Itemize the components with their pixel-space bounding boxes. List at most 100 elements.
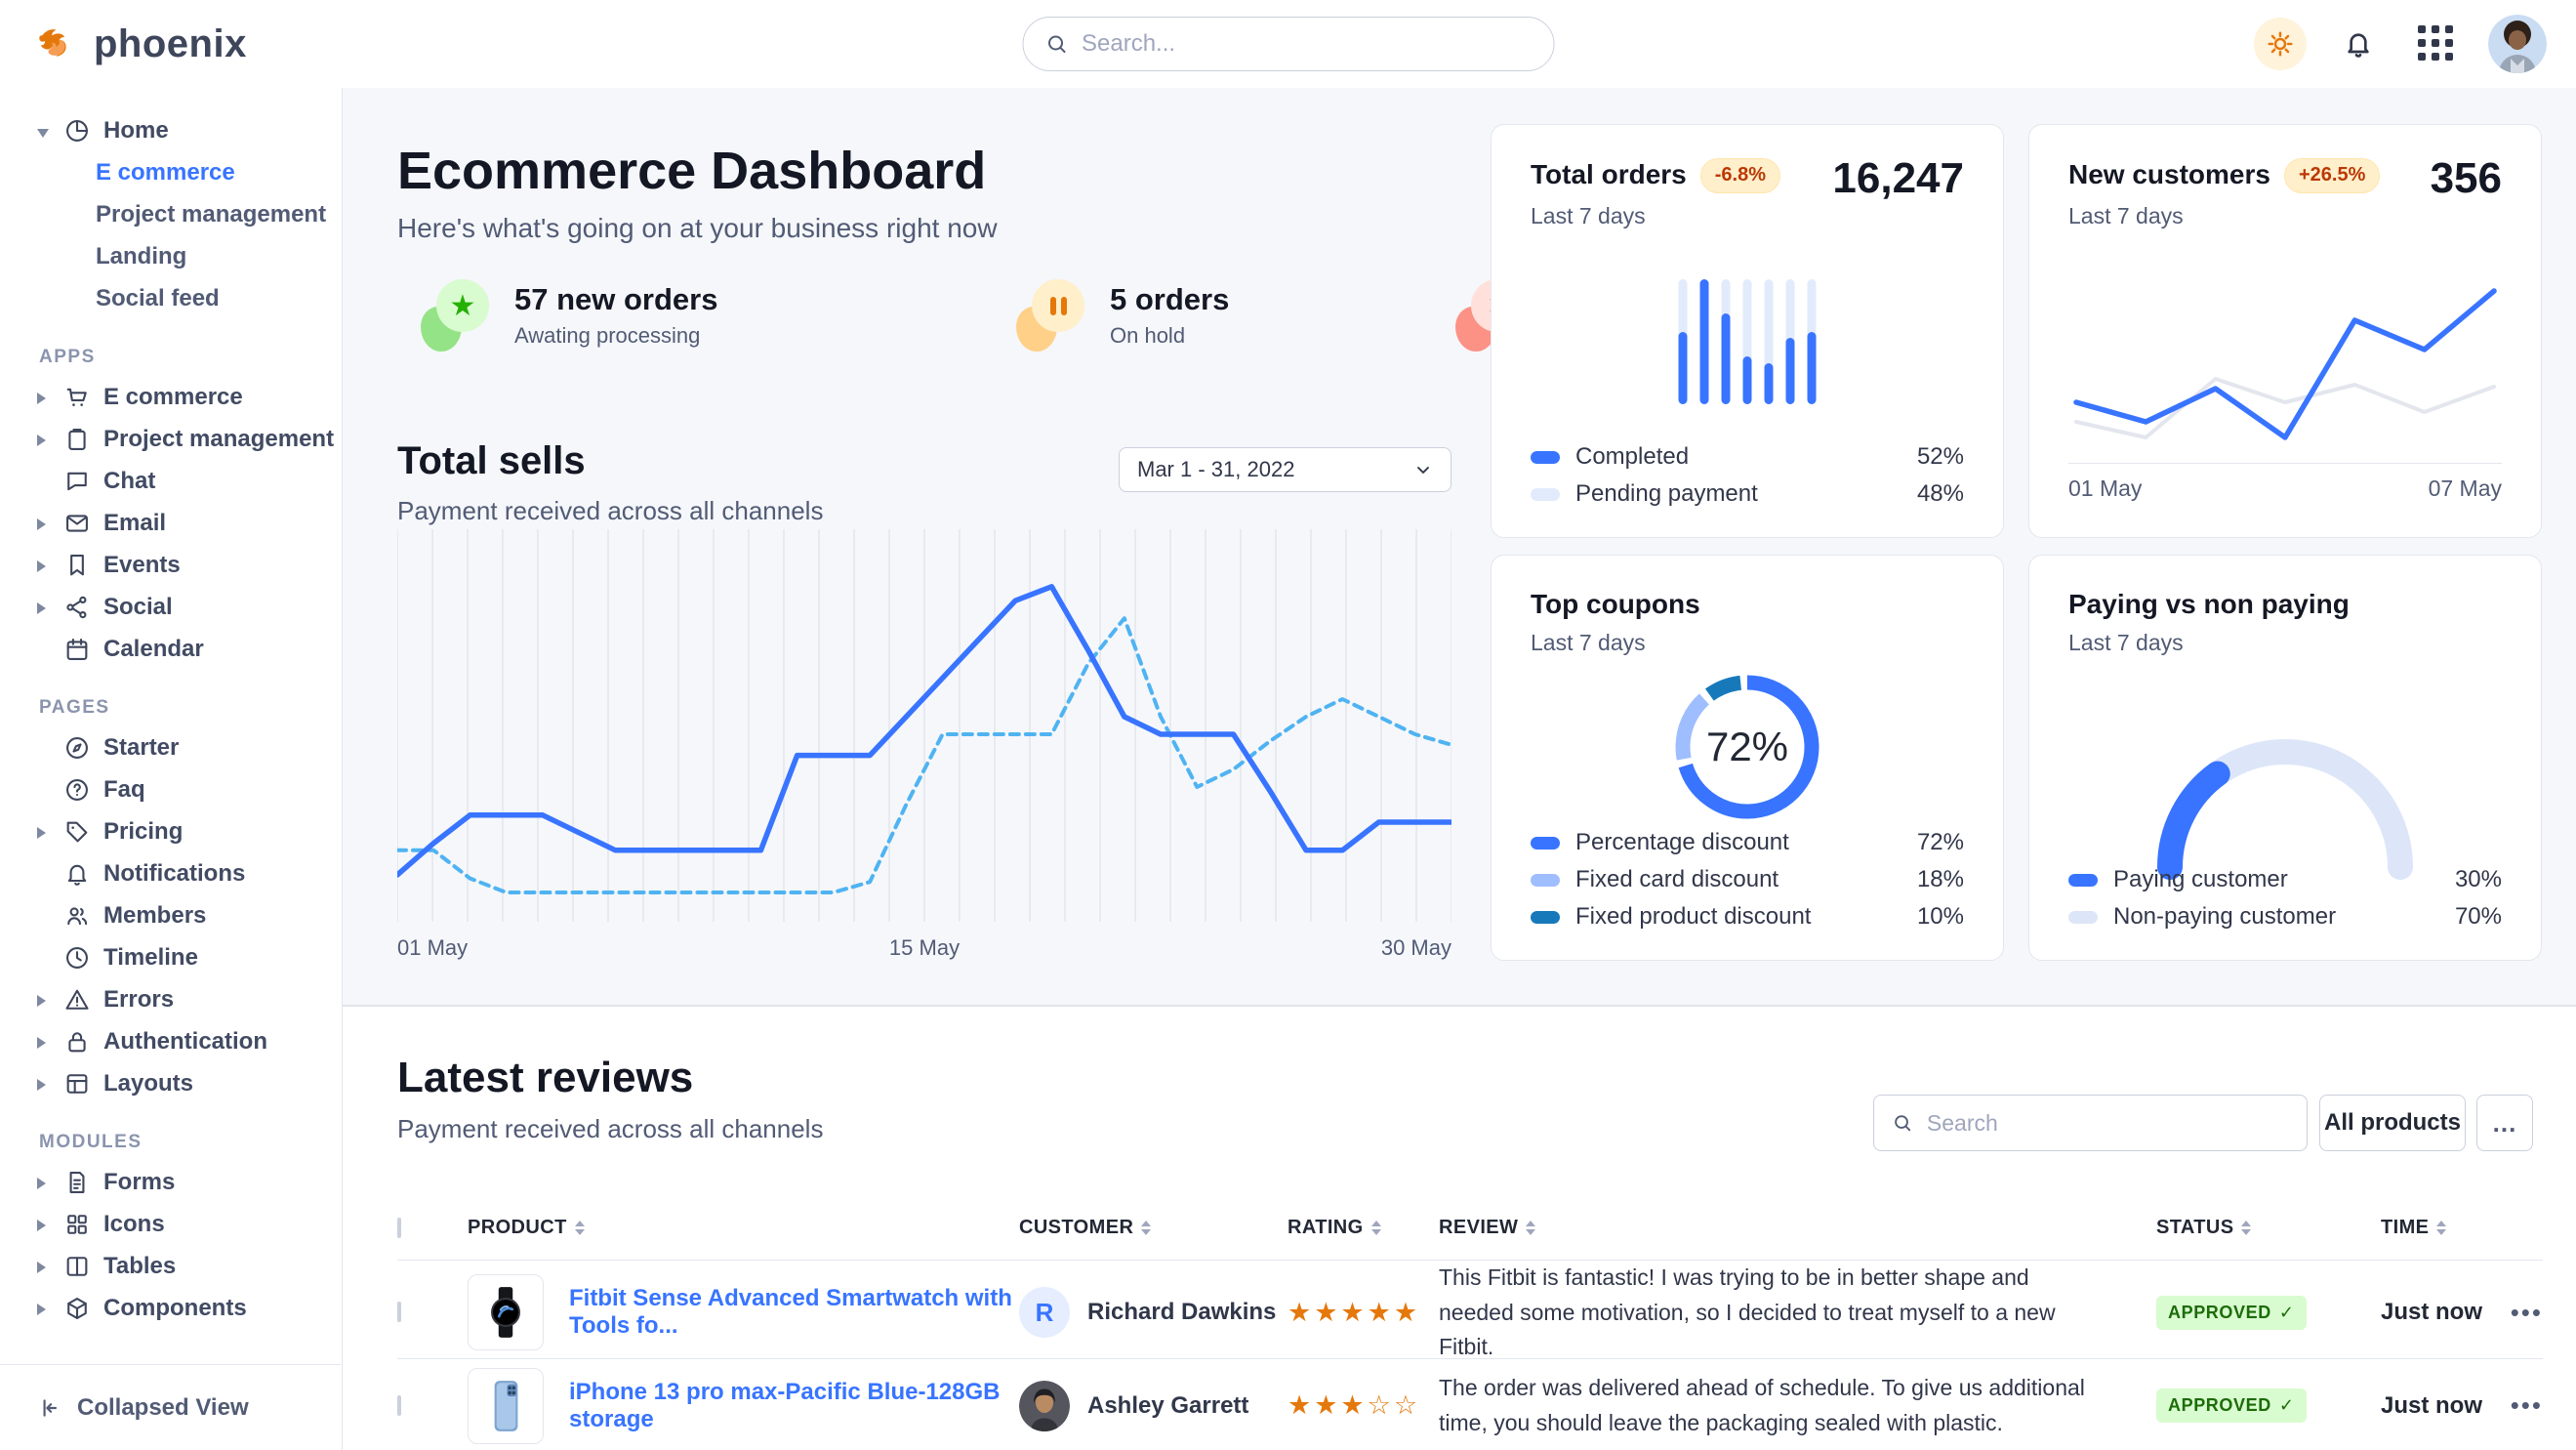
legend-completed: Completed 52% [1531,443,1964,471]
global-search[interactable] [1022,17,1554,71]
tables-icon [63,1253,91,1280]
chat-icon [63,468,91,495]
brand-logo[interactable]: phoenix [35,21,247,66]
x-tick: 01 May [2068,476,2142,502]
sidebar-item-label: Errors [103,986,174,1014]
sidebar-item-errors[interactable]: Errors [0,978,342,1020]
sidebar-item-events[interactable]: Events [0,544,342,586]
sidebar-collapse-button[interactable]: Collapsed View [0,1364,341,1450]
members-icon [63,902,91,930]
social-icon [63,594,91,621]
legend-value: 52% [1917,443,1964,471]
sort-icon[interactable] [1141,1221,1151,1235]
sidebar-item-faq[interactable]: Faq [0,768,342,810]
legend-swatch [1531,874,1560,887]
customer-avatar: R [1019,1287,1070,1338]
latest-reviews-section: Latest reviews Payment received across a… [343,1007,2576,1450]
sidebar-item-timeline[interactable]: Timeline [0,936,342,978]
sort-icon[interactable] [2241,1221,2251,1235]
row-checkbox[interactable] [397,1395,401,1416]
notifications-button[interactable] [2332,18,2385,70]
row-checkbox[interactable] [397,1302,401,1322]
date-range-select[interactable]: Mar 1 - 31, 2022 [1119,447,1452,492]
sidebar-item-forms[interactable]: Forms [0,1161,342,1203]
sort-icon[interactable] [1526,1221,1535,1235]
row-more-button[interactable]: ••• [2488,1390,2543,1421]
brand-name: phoenix [94,22,247,66]
sort-icon[interactable] [1371,1221,1381,1235]
reviews-search-input[interactable] [1927,1110,2289,1137]
sidebar-item-label: Icons [103,1211,165,1238]
legend-paying-customer: Paying customer 30% [2068,866,2502,893]
column-header-status[interactable]: STATUS [2156,1217,2381,1239]
sidebar-item-starter[interactable]: Starter [0,726,342,768]
sidebar-item-icons[interactable]: Icons [0,1203,342,1245]
reviews-more-button[interactable]: ... [2476,1095,2533,1151]
sidebar-collapse-label: Collapsed View [77,1394,249,1422]
sidebar-item-e-commerce[interactable]: E commerce [0,376,342,418]
customer-photo [1019,1381,1070,1431]
sort-icon[interactable] [2436,1221,2446,1235]
legend-label: Fixed card discount [1575,866,1779,893]
pricing-icon [63,818,91,846]
check-icon: ✓ [2279,1395,2295,1416]
sidebar-item-chat[interactable]: Chat [0,460,342,502]
sidebar-item-label: Faq [103,776,145,804]
top-coupons-card: Top coupons Last 7 days 72% Percentage d… [1491,555,2004,961]
sidebar-item-label: Calendar [103,636,204,663]
column-header-product[interactable]: PRODUCT [468,1217,1019,1239]
donut-center-label: 72% [1661,661,1833,833]
sort-icon[interactable] [575,1221,585,1235]
sidebar-item-members[interactable]: Members [0,894,342,936]
column-header-rating[interactable]: RATING [1288,1217,1439,1239]
iphone-product-image [475,1376,536,1436]
product-thumbnail[interactable] [468,1368,544,1444]
collapse-left-icon [37,1395,62,1421]
column-header-customer[interactable]: CUSTOMER [1019,1217,1288,1239]
reviews-search[interactable] [1873,1095,2308,1151]
sidebar-item-components[interactable]: Components [0,1287,342,1329]
sidebar-item-layouts[interactable]: Layouts [0,1062,342,1104]
sidebar-item-notifications[interactable]: Notifications [0,852,342,894]
sidebar-item-authentication[interactable]: Authentication [0,1020,342,1062]
sidebar-subitem-landing[interactable]: Landing [0,235,342,277]
all-products-button[interactable]: All products [2319,1095,2466,1151]
sidebar-item-social[interactable]: Social [0,586,342,628]
avatar-photo [2488,15,2547,73]
sidebar-item-label: Chat [103,468,155,495]
card-title: Paying vs non paying [2068,589,2350,620]
sidebar-section-label-apps: APPS [0,337,342,376]
sidebar-item-tables[interactable]: Tables [0,1245,342,1287]
sidebar-item-home[interactable]: Home [0,109,342,151]
theme-toggle-button[interactable] [2254,18,2307,70]
sidebar-item-email[interactable]: Email [0,502,342,544]
product-link[interactable]: iPhone 13 pro max-Pacific Blue-128GB sto… [569,1379,1019,1433]
legend-value: 72% [1917,829,1964,856]
column-header-time[interactable]: TIME [2381,1217,2488,1239]
customer-avatar [1019,1381,1070,1431]
review-time: Just now [2381,1299,2488,1326]
customer-name: Richard Dawkins [1087,1299,1276,1326]
status-badge: APPROVED ✓ [2156,1388,2307,1423]
apps-menu-button[interactable] [2410,18,2463,70]
paying-gauge-chart [2139,723,2432,881]
sidebar-item-calendar[interactable]: Calendar [0,628,342,670]
legend-label: Paying customer [2113,866,2288,893]
global-search-input[interactable] [1082,30,1532,58]
sidebar-subitem-e-commerce[interactable]: E commerce [0,151,342,193]
order-bar [1679,279,1688,404]
icons-icon [63,1211,91,1238]
sidebar-item-project-management[interactable]: Project management [0,418,342,460]
sidebar-item-pricing[interactable]: Pricing [0,810,342,852]
column-header-review[interactable]: REVIEW [1439,1217,2156,1239]
select-all-checkbox[interactable] [397,1218,401,1238]
sidebar-item-label: Forms [103,1169,175,1196]
sidebar-subitem-social-feed[interactable]: Social feed [0,277,342,319]
user-avatar[interactable] [2488,15,2547,73]
sidebar-subitem-project-management[interactable]: Project management [0,193,342,235]
product-thumbnail[interactable] [468,1274,544,1350]
coupons-legend: Percentage discount 72% Fixed card disco… [1531,829,1964,931]
total-sells-x-axis: 01 May 15 May 30 May [397,935,1452,961]
product-link[interactable]: Fitbit Sense Advanced Smartwatch with To… [569,1285,1019,1340]
row-more-button[interactable]: ••• [2488,1298,2543,1328]
